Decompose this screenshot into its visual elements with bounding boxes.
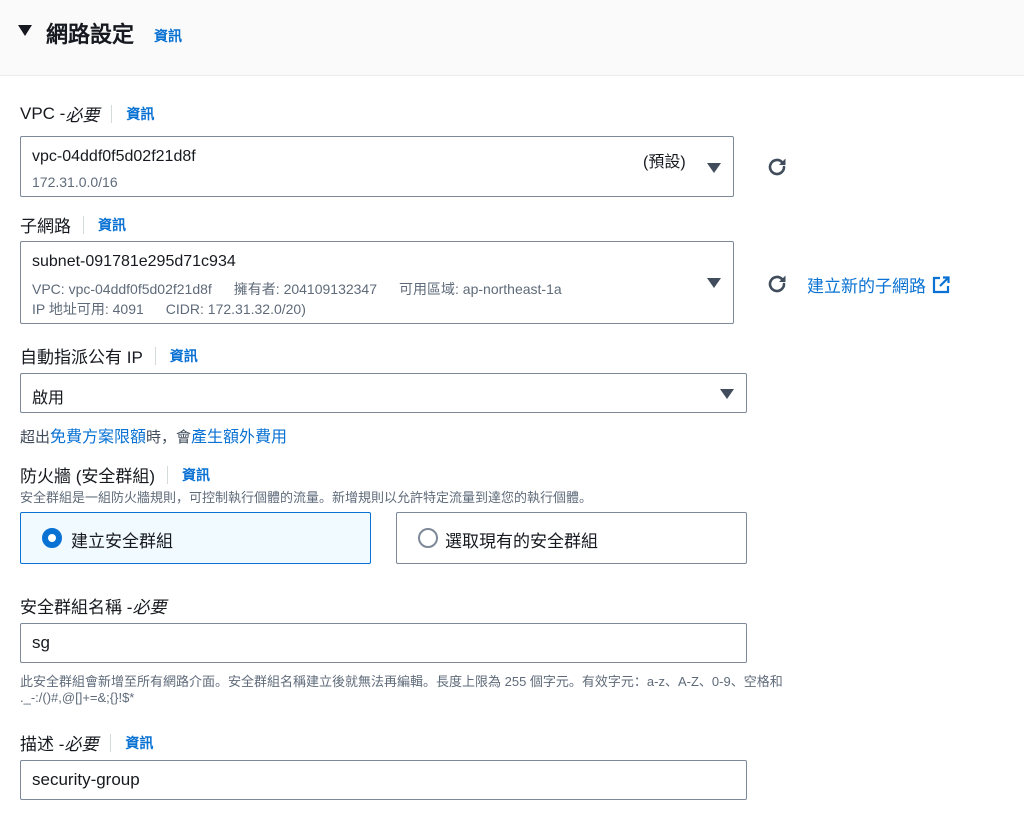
radio-button[interactable] <box>418 528 438 548</box>
sg-name-hint-line1: 此安全群組會新增至所有網路介面。安全群組名稱建立後就無法再編輯。長度上限為 25… <box>20 674 783 689</box>
public-ip-info-link[interactable]: 資訊 <box>170 346 198 366</box>
vpc-select-value: vpc-04ddf0f5d02f21d8f <box>32 148 196 165</box>
firewall-label-text: 防火牆 (安全群組) <box>20 467 156 486</box>
vpc-info-link[interactable]: 資訊 <box>126 104 154 124</box>
extra-charges-link[interactable]: 產生額外費用 <box>191 429 287 446</box>
vpc-default-tag: (預設) <box>643 154 686 171</box>
sg-name-required-text: 必要 <box>132 598 167 617</box>
vpc-label: VPC - 必要 資訊 <box>20 101 154 126</box>
free-tier-link[interactable]: 免費方案限額 <box>50 429 146 446</box>
vpc-required-text: 必要 <box>65 106 100 125</box>
refresh-icon[interactable] <box>765 155 789 179</box>
divider <box>83 215 84 234</box>
divider <box>167 465 169 484</box>
section-title: 網路設定 <box>46 22 135 47</box>
radio-label: 選取現有的安全群組 <box>445 532 598 551</box>
subnet-details-line1: VPC: vpc-04ddf0f5d02f21d8f 擁有者: 204109132… <box>32 279 562 299</box>
hint-text: 超出 <box>20 429 51 446</box>
subnet-details-line2: IP 地址可用: 4091 CIDR: 172.31.32.0/20) <box>32 299 306 319</box>
create-subnet-link[interactable]: 建立新的子網路 <box>807 272 950 297</box>
description-label-text: 描述 - <box>20 735 65 754</box>
divider <box>111 104 113 123</box>
firewall-description: 安全群組是一組防火牆規則，可控制執行個體的流量。新增規則以允許特定流量到達您的執… <box>20 490 593 505</box>
vpc-cidr: 172.31.0.0/16 <box>32 174 118 190</box>
sg-name-label-text: 安全群組名稱 - <box>20 598 133 617</box>
sg-name-input[interactable] <box>20 623 747 663</box>
firewall-label: 防火牆 (安全群組) 資訊 <box>20 462 210 487</box>
sg-name-hint-line2: ._-:/()#,@[]+=&;{}!$* <box>20 690 135 705</box>
dropdown-triangle-icon <box>720 389 734 399</box>
description-info-link[interactable]: 資訊 <box>125 733 153 753</box>
create-subnet-link-label: 建立新的子網路 <box>807 277 926 296</box>
subnet-detail-az: 可用區域: ap-northeast-1a <box>399 281 562 297</box>
section-info-link[interactable]: 資訊 <box>154 26 182 46</box>
section-header: 網路設定 資訊 <box>0 0 1024 76</box>
divider <box>110 733 112 752</box>
subnet-info-link[interactable]: 資訊 <box>98 215 126 235</box>
radio-label: 建立安全群組 <box>71 532 173 551</box>
divider <box>154 346 156 365</box>
caret-down-icon[interactable] <box>18 25 32 36</box>
subnet-detail-owner: 擁有者: 204109132347 <box>233 281 378 297</box>
firewall-info-link[interactable]: 資訊 <box>182 465 210 485</box>
subnet-select[interactable]: subnet-091781e295d71c934 VPC: vpc-04ddf0… <box>20 241 734 324</box>
radio-create-security-group[interactable]: 建立安全群組 <box>20 512 371 564</box>
subnet-detail-ips: IP 地址可用: 4091 <box>32 301 144 317</box>
vpc-label-text: VPC - <box>20 103 66 123</box>
hint-text: 時，會 <box>146 429 192 446</box>
radio-button[interactable] <box>42 528 62 548</box>
dropdown-triangle-icon <box>707 163 721 173</box>
public-ip-label: 自動指派公有 IP 資訊 <box>20 343 198 368</box>
public-ip-select-value: 啟用 <box>32 390 65 407</box>
subnet-label: 子網路 資訊 <box>20 212 126 237</box>
public-ip-label-text: 自動指派公有 IP <box>20 348 143 367</box>
dropdown-triangle-icon <box>707 278 721 288</box>
subnet-detail-vpc: VPC: vpc-04ddf0f5d02f21d8f <box>32 281 212 297</box>
subnet-label-text: 子網路 <box>20 217 71 236</box>
description-label: 描述 - 必要 資訊 <box>20 730 153 755</box>
subnet-detail-cidr: CIDR: 172.31.32.0/20) <box>165 301 306 317</box>
description-input[interactable] <box>20 760 747 800</box>
public-ip-select[interactable]: 啟用 <box>20 373 747 413</box>
radio-select-existing-security-group[interactable]: 選取現有的安全群組 <box>396 512 747 564</box>
public-ip-hint: 超出免費方案限額時，會產生額外費用 <box>20 423 287 447</box>
sg-name-label: 安全群組名稱 - 必要 <box>20 593 166 618</box>
external-link-icon <box>932 275 950 293</box>
refresh-icon[interactable] <box>765 272 789 296</box>
subnet-select-value: subnet-091781e295d71c934 <box>32 253 236 270</box>
description-required-text: 必要 <box>64 735 99 754</box>
vpc-select[interactable]: vpc-04ddf0f5d02f21d8f (預設) 172.31.0.0/16 <box>20 136 734 197</box>
